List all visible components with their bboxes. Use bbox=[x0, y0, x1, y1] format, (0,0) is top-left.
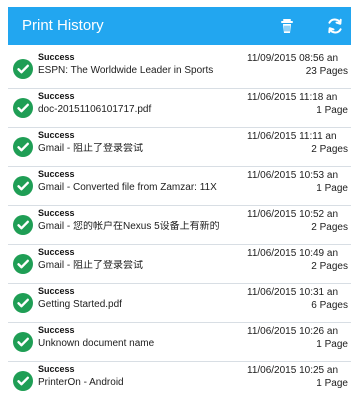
status-label: Success bbox=[38, 130, 75, 140]
status-label: Success bbox=[38, 52, 75, 62]
print-timestamp: 11/06/2015 11:11 an bbox=[247, 131, 337, 142]
print-timestamp: 11/09/2015 08:56 an bbox=[247, 53, 339, 64]
status-label: Success bbox=[38, 247, 75, 257]
print-timestamp: 11/06/2015 10:26 an bbox=[247, 326, 339, 337]
document-name: Gmail - 阻止了登录尝试 bbox=[38, 260, 143, 271]
print-history-list: Success ESPN: The Worldwide Leader in Sp… bbox=[8, 50, 351, 397]
check-icon bbox=[13, 371, 33, 391]
document-name: ESPN: The Worldwide Leader in Sports bbox=[38, 65, 214, 76]
page-count: 6 Pages bbox=[311, 300, 348, 311]
history-row[interactable]: Success doc-20151106101717.pdf 11/06/201… bbox=[8, 89, 351, 128]
page-count: 1 Page bbox=[316, 339, 348, 350]
page-count: 2 Pages bbox=[311, 222, 348, 233]
page-count: 1 Page bbox=[316, 378, 348, 389]
history-row[interactable]: Success Gmail - 阻止了登录尝试 11/06/2015 11:11… bbox=[8, 128, 351, 167]
check-icon bbox=[13, 215, 33, 235]
page-title: Print History bbox=[22, 17, 104, 34]
page-count: 23 Pages bbox=[305, 66, 348, 77]
document-name: PrinterOn - Android bbox=[38, 377, 124, 388]
check-icon bbox=[13, 293, 33, 313]
page-count: 1 Page bbox=[316, 105, 348, 116]
check-icon bbox=[13, 98, 33, 118]
status-label: Success bbox=[38, 364, 75, 374]
app-bar: Print History bbox=[8, 7, 351, 45]
page-count: 2 Pages bbox=[311, 261, 348, 272]
history-row[interactable]: Success Gmail - 阻止了登录尝试 11/06/2015 10:49… bbox=[8, 245, 351, 284]
history-row[interactable]: Success Gmail - 您的帐户在Nexus 5设备上有新的 11/06… bbox=[8, 206, 351, 245]
document-name: Getting Started.pdf bbox=[38, 299, 122, 310]
check-icon bbox=[13, 59, 33, 79]
status-label: Success bbox=[38, 91, 75, 101]
page-count: 2 Pages bbox=[311, 144, 348, 155]
check-icon bbox=[13, 137, 33, 157]
check-icon bbox=[13, 254, 33, 274]
history-row[interactable]: Success ESPN: The Worldwide Leader in Sp… bbox=[8, 50, 351, 89]
document-name: Gmail - Converted file from Zamzar: 11X bbox=[38, 182, 217, 193]
status-label: Success bbox=[38, 286, 75, 296]
trash-icon[interactable] bbox=[278, 17, 296, 35]
check-icon bbox=[13, 332, 33, 352]
status-label: Success bbox=[38, 325, 75, 335]
check-icon bbox=[13, 176, 33, 196]
status-label: Success bbox=[38, 208, 75, 218]
print-timestamp: 11/06/2015 10:49 an bbox=[247, 248, 339, 259]
print-timestamp: 11/06/2015 11:18 an bbox=[247, 92, 338, 103]
print-timestamp: 11/06/2015 10:31 an bbox=[247, 287, 339, 298]
history-row[interactable]: Success Getting Started.pdf 11/06/2015 1… bbox=[8, 284, 351, 323]
document-name: Gmail - 阻止了登录尝试 bbox=[38, 143, 143, 154]
history-row[interactable]: Success Unknown document name 11/06/2015… bbox=[8, 323, 351, 362]
page-count: 1 Page bbox=[316, 183, 348, 194]
print-timestamp: 11/06/2015 10:25 an bbox=[247, 365, 339, 376]
history-row[interactable]: Success Gmail - Converted file from Zamz… bbox=[8, 167, 351, 206]
print-timestamp: 11/06/2015 10:53 an bbox=[247, 170, 339, 181]
history-row[interactable]: Success PrinterOn - Android 11/06/2015 1… bbox=[8, 362, 351, 397]
status-label: Success bbox=[38, 169, 75, 179]
document-name: doc-20151106101717.pdf bbox=[38, 104, 152, 115]
document-name: Unknown document name bbox=[38, 338, 155, 349]
print-timestamp: 11/06/2015 10:52 an bbox=[247, 209, 339, 220]
refresh-icon[interactable] bbox=[326, 17, 344, 35]
document-name: Gmail - 您的帐户在Nexus 5设备上有新的 bbox=[38, 221, 220, 232]
